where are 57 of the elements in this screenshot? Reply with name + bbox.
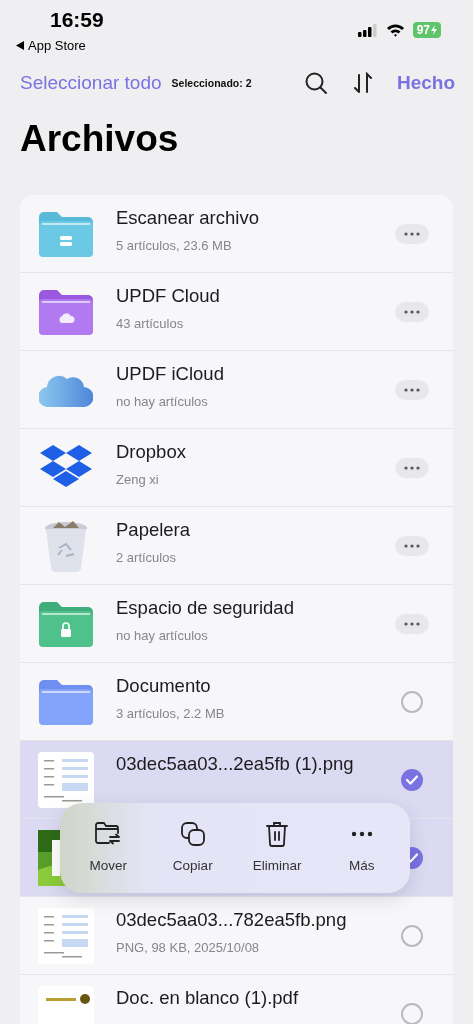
- selection-checkbox[interactable]: [401, 1002, 423, 1024]
- more-button[interactable]: [395, 535, 429, 556]
- trash-icon: [43, 519, 89, 572]
- more-icon: [404, 465, 420, 470]
- document-thumbnail-drawing: [38, 751, 94, 808]
- file-details: 3 artículos, 2.2 MB: [116, 706, 226, 721]
- more-icon: [404, 621, 420, 626]
- more-icon: [404, 231, 420, 236]
- status-time: 16:59: [50, 8, 104, 32]
- trash-icon: [266, 820, 289, 847]
- file-details: 5 artículos, 23.6 MB: [116, 238, 233, 253]
- more-icon: [404, 309, 420, 314]
- file-details: 43 artículos: [116, 316, 185, 331]
- file-name: Papelera: [116, 519, 192, 541]
- cloud-folder-icon: [39, 288, 93, 335]
- check-icon: [406, 774, 418, 785]
- folder-transfer-icon: [95, 821, 122, 846]
- selection-checkbox[interactable]: [401, 924, 423, 947]
- more-button[interactable]: [395, 223, 429, 244]
- file-details: no hay artículos: [116, 394, 209, 409]
- scan-folder-icon: [39, 210, 93, 257]
- signal-icon: [357, 23, 378, 37]
- more-button[interactable]: [395, 379, 429, 400]
- file-name: Espacio de seguridad: [116, 597, 295, 619]
- back-link[interactable]: App Store: [28, 38, 86, 53]
- file-details: Zeng xi: [116, 472, 160, 487]
- back-arrow-icon[interactable]: [16, 41, 24, 50]
- file-details: no hay artículos: [116, 628, 209, 643]
- file-name: Escanear archivo: [116, 207, 260, 229]
- file-details: 2 artículos: [116, 550, 177, 565]
- folder-icon: [39, 678, 93, 725]
- more-button[interactable]: [395, 301, 429, 322]
- file-name: 03dec5aa03...2ea5fb (1).png: [116, 753, 355, 775]
- file-name: UPDF iCloud: [116, 363, 225, 385]
- file-name: UPDF Cloud: [116, 285, 221, 307]
- more-icon: [350, 830, 373, 837]
- document-thumbnail-drawing: [38, 907, 94, 964]
- page-title: Archivos: [19, 117, 180, 161]
- file-name: Dropbox: [116, 441, 187, 463]
- battery-indicator: 97: [412, 22, 441, 38]
- sort-icon[interactable]: [352, 72, 373, 94]
- selected-count: Seleccionado: 2: [171, 77, 252, 89]
- selection-checkbox[interactable]: [401, 768, 423, 791]
- more-icon: [404, 543, 420, 548]
- copy-icon: [180, 821, 205, 846]
- file-name: Documento: [116, 675, 212, 697]
- select-all-button[interactable]: Seleccionar todo: [20, 72, 162, 94]
- file-name: 03dec5aa03...782ea5fb.png: [116, 909, 348, 931]
- selection-checkbox[interactable]: [401, 690, 423, 713]
- file-details: PNG, 98 KB, 2025/10/08: [116, 940, 261, 955]
- more-icon: [404, 387, 420, 392]
- search-icon[interactable]: [304, 72, 327, 94]
- wifi-icon: [385, 23, 405, 37]
- more-button[interactable]: [395, 457, 429, 478]
- file-name: Doc. en blanco (1).pdf: [116, 987, 300, 1009]
- lock-folder-icon: [39, 600, 93, 647]
- more-button[interactable]: [395, 613, 429, 634]
